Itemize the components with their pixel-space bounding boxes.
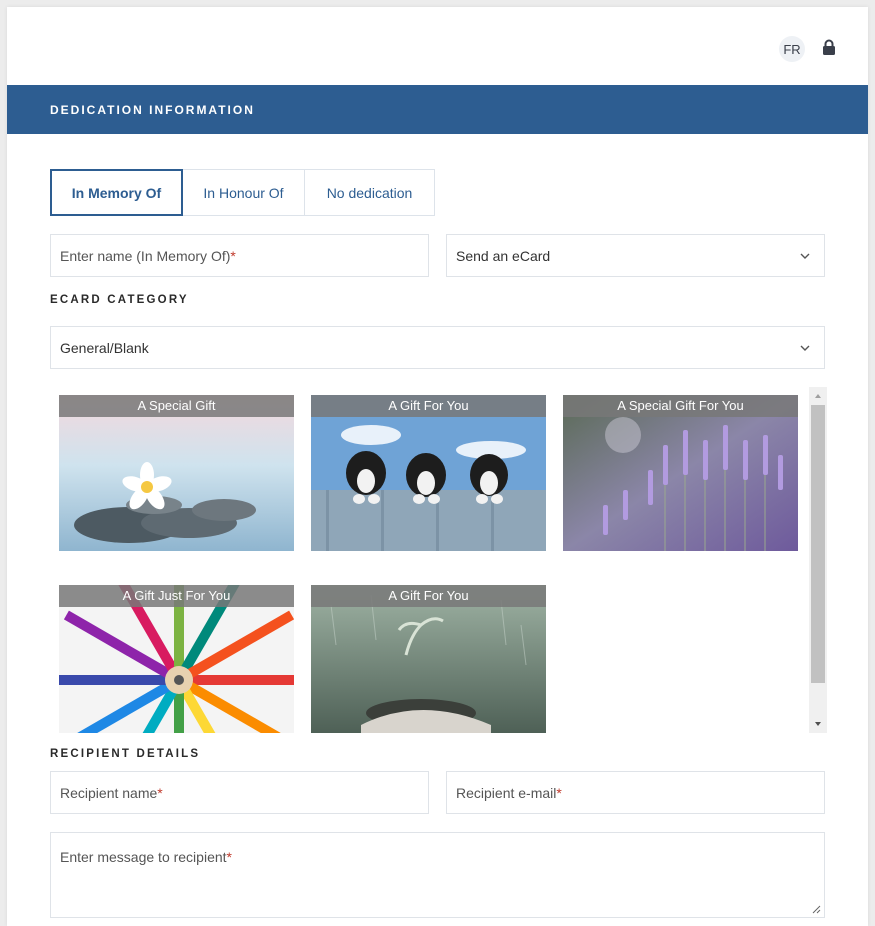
required-mark: * xyxy=(556,784,562,801)
recipient-message-placeholder: Enter message to recipient xyxy=(60,849,227,865)
dedication-tabs: In Memory Of In Honour Of No dedication xyxy=(50,169,435,216)
tab-no-dedication[interactable]: No dedication xyxy=(305,169,435,216)
tab-in-honour-of[interactable]: In Honour Of xyxy=(183,169,305,216)
gallery-scrollbar[interactable] xyxy=(809,387,827,733)
recipient-name-placeholder: Recipient name xyxy=(60,784,158,801)
seedling-hands-image xyxy=(311,585,546,733)
ecard-gallery: A Special Gift A Gift For You A Special … xyxy=(50,387,828,733)
scroll-down-arrow-icon[interactable] xyxy=(814,720,822,728)
ecard-category-value: General/Blank xyxy=(60,339,149,356)
recipient-details-label: RECIPIENT DETAILS xyxy=(50,748,201,760)
resize-handle-icon[interactable] xyxy=(812,905,821,914)
lock-icon xyxy=(823,39,835,55)
ecard-option-value: Send an eCard xyxy=(456,247,551,264)
language-toggle-button[interactable]: FR xyxy=(779,36,805,62)
spa-stones-flower-image xyxy=(59,395,294,551)
chevron-down-icon xyxy=(800,253,810,259)
tab-in-memory-of[interactable]: In Memory Of xyxy=(50,169,183,216)
ecard-category-label: ECARD CATEGORY xyxy=(50,294,189,306)
chevron-down-icon xyxy=(800,345,810,351)
top-bar: FR xyxy=(7,7,868,85)
donation-form-card: FR DEDICATION INFORMATION In Memory Of I… xyxy=(7,7,868,926)
ecard-option-select[interactable]: Send an eCard xyxy=(446,234,825,277)
scrollbar-thumb[interactable] xyxy=(811,405,825,683)
ecard-caption: A Gift For You xyxy=(311,585,546,607)
section-header-dedication: DEDICATION INFORMATION xyxy=(7,85,868,134)
dedication-name-placeholder: Enter name (In Memory Of) xyxy=(60,247,231,264)
puppies-fence-image xyxy=(311,395,546,551)
ecard-thumbnail[interactable]: A Special Gift xyxy=(59,395,294,551)
required-mark: * xyxy=(157,784,163,801)
scroll-up-arrow-icon[interactable] xyxy=(814,392,822,400)
required-mark: * xyxy=(226,849,232,865)
ecard-caption: A Gift Just For You xyxy=(59,585,294,607)
required-mark: * xyxy=(230,247,236,264)
ecard-thumbnail[interactable]: A Gift For You xyxy=(311,395,546,551)
ecard-caption: A Gift For You xyxy=(311,395,546,417)
ecard-caption: A Special Gift xyxy=(59,395,294,417)
recipient-name-field[interactable]: Recipient name * xyxy=(50,771,429,814)
dedication-name-field[interactable]: Enter name (In Memory Of) * xyxy=(50,234,429,277)
recipient-message-textarea[interactable]: Enter message to recipient * xyxy=(50,832,825,918)
ecard-thumbnail[interactable]: A Gift For You xyxy=(311,585,546,733)
ecard-thumbnail[interactable]: A Special Gift For You xyxy=(563,395,798,551)
ecard-category-select[interactable]: General/Blank xyxy=(50,326,825,369)
recipient-email-placeholder: Recipient e-mail xyxy=(456,784,557,801)
ecard-caption: A Special Gift For You xyxy=(563,395,798,417)
recipient-email-field[interactable]: Recipient e-mail * xyxy=(446,771,825,814)
colored-pencils-image xyxy=(59,585,294,733)
ecard-thumbnail[interactable]: A Gift Just For You xyxy=(59,585,294,733)
lavender-field-image xyxy=(563,395,798,551)
